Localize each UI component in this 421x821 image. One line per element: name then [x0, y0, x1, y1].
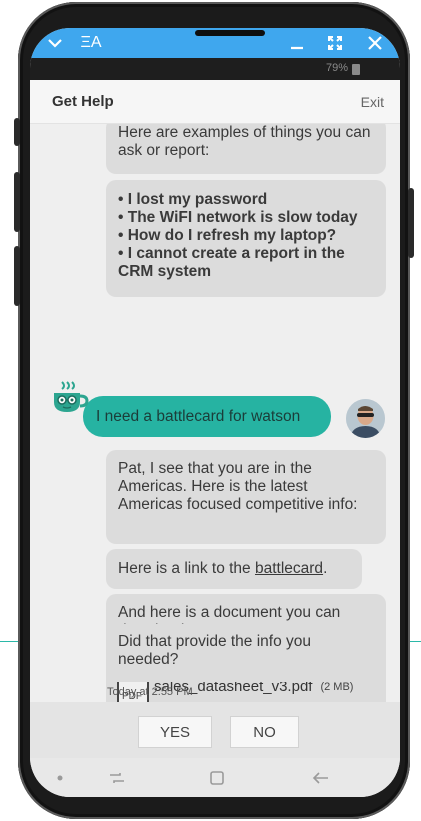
home-icon[interactable]: [206, 758, 228, 797]
close-icon[interactable]: [364, 28, 386, 58]
example-item: • How do I refresh my laptop?: [118, 227, 337, 244]
chat-area[interactable]: Here are examples of things you can ask …: [30, 124, 400, 702]
mascot-icon: [50, 380, 90, 420]
bot-message-reply-1: Pat, I see that you are in the Americas.…: [106, 450, 386, 544]
example-item: • I cannot create a report in the CRM sy…: [118, 245, 345, 280]
chat-header: Get Help Exit: [30, 80, 400, 124]
battery-level: 79%: [325, 62, 348, 74]
message-text: .: [323, 560, 328, 577]
text-size-icon[interactable]: ΞA: [74, 28, 108, 58]
battlecard-link[interactable]: battlecard: [255, 560, 323, 577]
user-avatar: [346, 399, 385, 438]
message-text: I need a battlecard for watson: [96, 407, 301, 425]
message-text: Pat, I see that you are in the Americas.…: [118, 460, 358, 513]
page-title: Get Help: [52, 93, 114, 110]
example-item: • I lost my password: [118, 191, 268, 208]
chevron-down-icon[interactable]: [44, 28, 66, 58]
bot-message-reply-4: Did that provide the info you needed?: [106, 624, 386, 682]
exit-button[interactable]: Exit: [361, 94, 384, 110]
speaker-grille: [195, 30, 265, 36]
battery-icon: [352, 64, 360, 75]
user-message: I need a battlecard for watson: [83, 396, 331, 437]
minimize-icon[interactable]: [286, 28, 308, 58]
message-text: Here are examples of things you can ask …: [118, 124, 371, 159]
example-item: • The WiFI network is slow today: [118, 209, 358, 226]
quick-reply-bar: YES NO: [30, 702, 400, 758]
bot-message-examples: • I lost my password • The WiFI network …: [106, 180, 386, 297]
recent-apps-icon[interactable]: [106, 758, 128, 797]
back-icon[interactable]: [310, 758, 332, 797]
message-text: Did that provide the info you needed?: [118, 633, 312, 668]
phone-screen: ΞA 79% Get Help Exit Here are examples o…: [30, 28, 400, 797]
nav-dot-icon: [52, 758, 68, 797]
no-button[interactable]: NO: [230, 716, 299, 748]
status-bar: 79%: [30, 58, 400, 80]
phone-side-button: [14, 118, 20, 146]
phone-volume-up: [14, 172, 20, 232]
yes-button[interactable]: YES: [138, 716, 212, 748]
message-timestamp: Today at 2:55 PM: [107, 686, 193, 698]
bot-message-intro: Here are examples of things you can ask …: [106, 124, 386, 174]
message-text: Here is a link to the: [118, 560, 255, 577]
android-nav-bar: [30, 758, 400, 797]
expand-icon[interactable]: [324, 28, 346, 58]
phone-volume-down: [14, 246, 20, 306]
bot-message-reply-2: Here is a link to the battlecard.: [106, 549, 362, 589]
phone-power-button: [408, 188, 414, 258]
